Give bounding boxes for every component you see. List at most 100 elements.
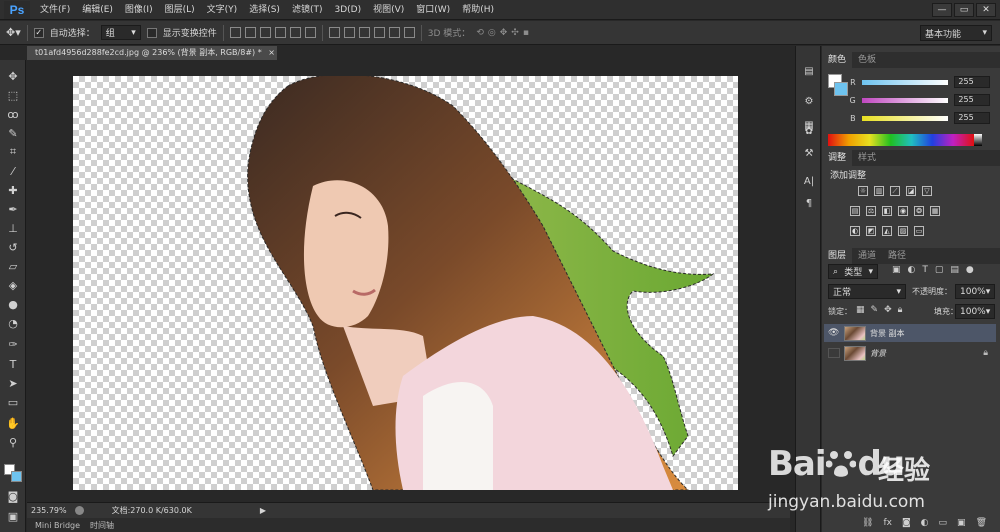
- filter-shape-icon[interactable]: ▢: [935, 265, 944, 275]
- move-tool-preset-icon[interactable]: ✥▾: [6, 26, 21, 39]
- menu-edit[interactable]: 编辑(E): [76, 0, 119, 20]
- align-bottom-icon[interactable]: [259, 27, 271, 38]
- distribute-top-icon[interactable]: [328, 27, 340, 38]
- menu-filter[interactable]: 滤镜(T): [286, 0, 329, 20]
- image-canvas[interactable]: [73, 76, 738, 490]
- photo-filter-icon[interactable]: ◉: [898, 206, 908, 216]
- invert-icon[interactable]: ◐: [850, 226, 860, 236]
- paint-bucket-tool-icon[interactable]: ◈: [5, 277, 21, 293]
- color-bw-ramp[interactable]: [974, 134, 982, 146]
- menu-layer[interactable]: 图层(L): [159, 0, 201, 20]
- menu-image[interactable]: 图像(I): [119, 0, 159, 20]
- distribute-hcenter-icon[interactable]: [388, 27, 400, 38]
- hue-saturation-icon[interactable]: ▤: [850, 206, 860, 216]
- exposure-icon[interactable]: ◪: [906, 186, 916, 196]
- lock-transparency-icon[interactable]: ▦: [856, 305, 865, 315]
- menu-help[interactable]: 帮助(H): [456, 0, 500, 20]
- eye-icon[interactable]: 👁︎: [828, 328, 840, 338]
- workspace-dropdown[interactable]: 基本功能 ▾: [920, 25, 992, 41]
- eyedropper-tool-icon[interactable]: ⁄: [5, 163, 21, 179]
- visibility-toggle-icon[interactable]: [828, 348, 840, 358]
- blue-slider[interactable]: [861, 115, 949, 121]
- quick-mask-icon[interactable]: ◙: [5, 488, 21, 504]
- blue-value[interactable]: 255: [954, 112, 990, 124]
- red-value[interactable]: 255: [954, 76, 990, 88]
- document-tab[interactable]: t01afd4956d288fe2cd.jpg @ 236% (背景 副本, R…: [27, 46, 277, 60]
- distribute-right-icon[interactable]: [403, 27, 415, 38]
- brush-presets-icon[interactable]: ✿: [802, 124, 816, 138]
- gradient-map-icon[interactable]: ▭: [914, 226, 924, 236]
- tool-presets-icon[interactable]: ⚒: [802, 146, 816, 160]
- background-color-swatch[interactable]: [11, 471, 22, 482]
- filter-pixel-icon[interactable]: ▣: [892, 265, 901, 275]
- menu-3d[interactable]: 3D(D): [328, 0, 367, 20]
- status-info-icon[interactable]: [74, 506, 84, 515]
- blend-mode-dropdown[interactable]: 正常 ▾: [828, 284, 906, 299]
- auto-select-dropdown[interactable]: 组 ▾: [100, 25, 141, 40]
- show-transform-checkbox[interactable]: [146, 27, 157, 38]
- tab-styles[interactable]: 样式: [852, 150, 882, 166]
- tab-mini-bridge[interactable]: Mini Bridge: [35, 521, 80, 530]
- status-menu-arrow-icon[interactable]: ▶: [260, 506, 266, 515]
- tab-paths[interactable]: 路径: [882, 248, 912, 264]
- distribute-bottom-icon[interactable]: [358, 27, 370, 38]
- distribute-vcenter-icon[interactable]: [343, 27, 355, 38]
- eraser-tool-icon[interactable]: ▱: [5, 258, 21, 274]
- filter-adjustment-icon[interactable]: ◐: [908, 265, 916, 275]
- move-tool-icon[interactable]: ✥: [5, 68, 21, 84]
- history-brush-tool-icon[interactable]: ↺: [5, 239, 21, 255]
- path-select-tool-icon[interactable]: ➤: [5, 375, 21, 391]
- tab-layers[interactable]: 图层: [822, 248, 853, 264]
- auto-select-checkbox[interactable]: ✓: [33, 27, 44, 38]
- tab-timeline[interactable]: 时间轴: [90, 520, 114, 531]
- tab-adjustments[interactable]: 调整: [822, 150, 853, 166]
- align-left-icon[interactable]: [274, 27, 286, 38]
- character-icon[interactable]: A|: [802, 174, 816, 188]
- restore-button[interactable]: ▭: [954, 2, 974, 17]
- align-hcenter-icon[interactable]: [289, 27, 301, 38]
- menu-window[interactable]: 窗口(W): [410, 0, 456, 20]
- zoom-tool-icon[interactable]: ⚲: [5, 434, 21, 450]
- healing-brush-tool-icon[interactable]: ✚: [5, 182, 21, 198]
- blur-tool-icon[interactable]: ●: [5, 296, 21, 312]
- menu-view[interactable]: 视图(V): [367, 0, 410, 20]
- 3d-drag-icon[interactable]: ✥: [500, 28, 508, 38]
- history-icon[interactable]: ▤: [802, 64, 816, 78]
- rectangle-tool-icon[interactable]: ▭: [5, 394, 21, 410]
- menu-file[interactable]: 文件(F): [34, 0, 76, 20]
- green-slider[interactable]: [861, 97, 949, 103]
- color-spectrum-bar[interactable]: [828, 134, 974, 146]
- hand-tool-icon[interactable]: ✋: [5, 415, 21, 431]
- distribute-left-icon[interactable]: [373, 27, 385, 38]
- pen-tool-icon[interactable]: ✑: [5, 336, 21, 352]
- color-lookup-icon[interactable]: ▦: [930, 206, 940, 216]
- minimize-button[interactable]: —: [932, 2, 952, 17]
- align-right-icon[interactable]: [304, 27, 316, 38]
- quick-select-tool-icon[interactable]: ✎: [5, 125, 21, 141]
- clone-stamp-tool-icon[interactable]: ⊥: [5, 220, 21, 236]
- red-slider[interactable]: [861, 79, 949, 85]
- layer-filter-dropdown[interactable]: ⌕ 类型 ▾: [828, 264, 878, 279]
- 3d-rotate-icon[interactable]: ⟲: [476, 28, 484, 38]
- opacity-field[interactable]: 100% ▾: [955, 284, 995, 299]
- paragraph-icon[interactable]: ¶: [802, 196, 816, 210]
- 3d-scale-icon[interactable]: ▪: [523, 28, 529, 38]
- color-balance-icon[interactable]: ⚖: [866, 206, 876, 216]
- close-button[interactable]: ✕: [976, 2, 996, 17]
- type-tool-icon[interactable]: T: [5, 356, 21, 372]
- tab-channels[interactable]: 通道: [852, 248, 882, 264]
- posterize-icon[interactable]: ◩: [866, 226, 876, 236]
- filter-smart-icon[interactable]: ▤: [950, 265, 959, 275]
- fill-field[interactable]: 100% ▾: [955, 304, 995, 319]
- layer-row-background[interactable]: 背景 🔒︎: [824, 344, 996, 362]
- align-vcenter-icon[interactable]: [244, 27, 256, 38]
- align-top-icon[interactable]: [229, 27, 241, 38]
- dodge-tool-icon[interactable]: ◔: [5, 315, 21, 331]
- curves-icon[interactable]: ⟋: [890, 186, 900, 196]
- 3d-roll-icon[interactable]: ◎: [488, 28, 496, 38]
- lock-pixels-icon[interactable]: ✎: [871, 305, 879, 315]
- brush-tool-icon[interactable]: ✒: [5, 201, 21, 217]
- tab-color[interactable]: 颜色: [822, 52, 853, 68]
- vibrance-icon[interactable]: ▽: [922, 186, 932, 196]
- selective-color-icon[interactable]: ▨: [898, 226, 908, 236]
